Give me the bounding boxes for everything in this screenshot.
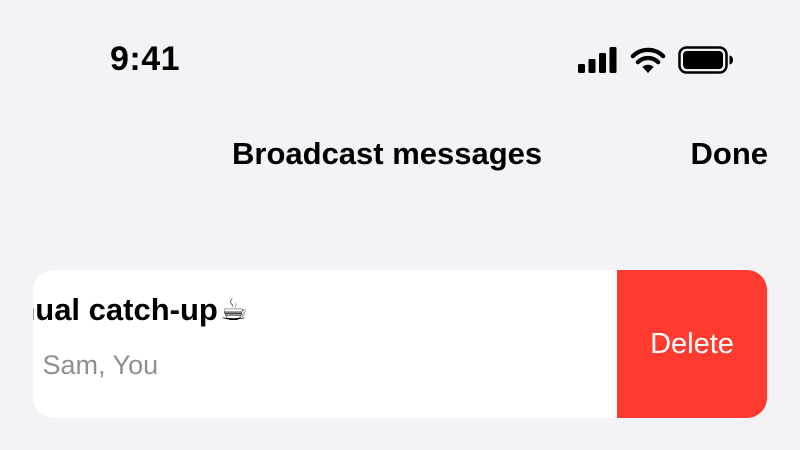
cellular-signal-icon bbox=[578, 47, 618, 73]
status-bar: 9:41 bbox=[0, 0, 800, 110]
battery-icon bbox=[678, 46, 734, 74]
delete-button[interactable]: Delete bbox=[617, 270, 767, 418]
list-item-subtitle: Alex, Sam, You bbox=[33, 350, 159, 380]
broadcast-list: Annual catch-up☕ Alex, Sam, You Delete bbox=[33, 270, 767, 418]
list-item-content: Annual catch-up☕ Alex, Sam, You bbox=[33, 270, 617, 418]
status-time: 9:41 bbox=[110, 40, 181, 78]
done-button[interactable]: Done bbox=[691, 136, 769, 172]
list-item[interactable]: Annual catch-up☕ Alex, Sam, You bbox=[33, 270, 617, 418]
page-title: Broadcast messages bbox=[232, 136, 543, 171]
coffee-icon: ☕ bbox=[219, 292, 248, 327]
list-item-title-text: Annual catch-up bbox=[33, 292, 218, 327]
list-item-title: Annual catch-up☕ bbox=[33, 292, 248, 328]
status-icons bbox=[578, 44, 734, 76]
wifi-icon bbox=[630, 46, 666, 74]
delete-button-label: Delete bbox=[650, 327, 734, 360]
navigation-bar: Broadcast messages Done bbox=[0, 130, 800, 180]
